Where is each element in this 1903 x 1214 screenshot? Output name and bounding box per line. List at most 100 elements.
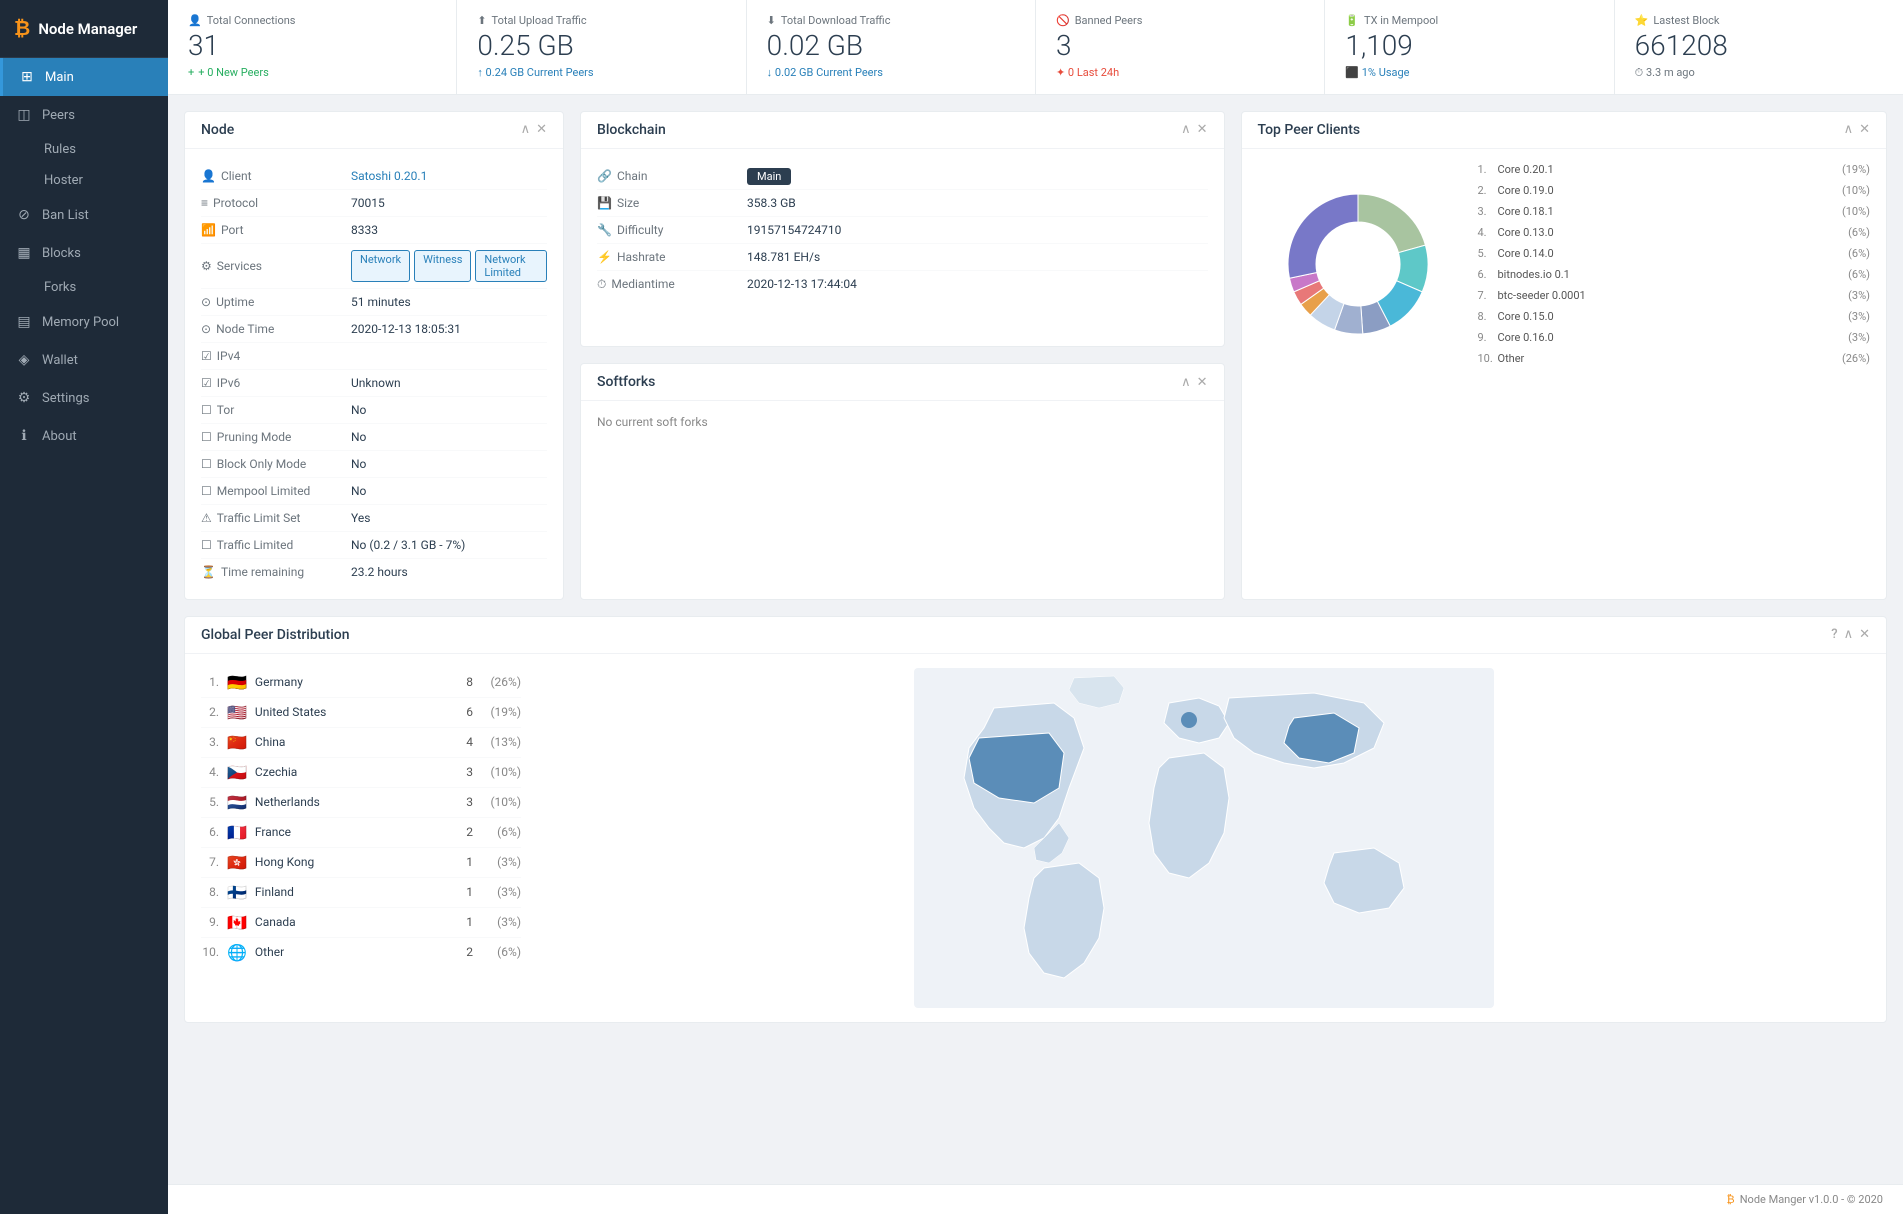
country-rank: 10. [201,945,219,959]
country-flag: 🇨🇿 [227,763,247,782]
peer-pct: (10%) [1842,205,1870,218]
peer-pct: (3%) [1848,289,1870,302]
close-icon[interactable]: ✕ [1859,627,1870,642]
node-info-row: ☐ Traffic Limited No (0.2 / 3.1 GB - 7%) [201,532,547,559]
global-body: 1. 🇩🇪 Germany 8 (26%) 2. 🇺🇸 United State… [185,654,1886,1022]
node-info-row: ☑ IPv4 [201,343,547,370]
sidebar-item-forks[interactable]: Forks [32,272,168,303]
sidebar-item-blocks[interactable]: ▦ Blocks [0,234,168,272]
country-name: China [255,735,445,749]
peer-name: btc-seeder 0.0001 [1498,289,1849,302]
node-info-row: ⊙ Node Time 2020-12-13 18:05:31 [201,316,547,343]
main-icon: ⊞ [19,69,35,85]
close-icon[interactable]: ✕ [1859,122,1870,137]
peer-rank: 7. [1478,289,1494,302]
sidebar-item-wallet[interactable]: ◈ Wallet [0,341,168,379]
info-value: Main [747,169,1208,183]
global-peers-controls: ? ∧ ✕ [1831,627,1870,642]
peers-list: 1. Core 0.20.1 (19%) 2. Core 0.19.0 (10%… [1478,159,1871,369]
collapse-icon[interactable]: ∧ [1844,122,1854,137]
collapse-icon[interactable]: ∧ [1844,627,1854,642]
peer-pct: (6%) [1848,226,1870,239]
info-value: Unknown [351,376,547,390]
country-count: 2 [453,825,473,839]
peer-name: Core 0.15.0 [1498,310,1849,323]
peer-pct: (6%) [1848,268,1870,281]
blockchain-title: Blockchain [597,122,666,138]
country-row: 5. 🇳🇱 Netherlands 3 (10%) [201,788,521,818]
peer-rank: 5. [1478,247,1494,260]
info-label: 📶 Port [201,223,351,237]
field-icon: ☐ [201,538,212,552]
country-row: 7. 🇭🇰 Hong Kong 1 (3%) [201,848,521,878]
country-name: France [255,825,445,839]
pie-svg [1258,164,1458,364]
sidebar-item-settings[interactable]: ⚙ Settings [0,379,168,417]
app-title: Node Manager [38,20,137,38]
download-icon: ⬇ [767,14,776,27]
peer-name: Core 0.20.1 [1498,163,1842,176]
sidebar-item-about[interactable]: ℹ About [0,417,168,455]
sidebar-item-label: About [42,429,77,444]
field-icon: ☑ [201,349,212,363]
info-value: No [351,403,547,417]
peer-pct: (10%) [1842,184,1870,197]
node-card-header: Node ∧ ✕ [185,112,563,149]
country-rank: 3. [201,735,219,749]
peer-pct: (26%) [1842,352,1870,365]
wallet-icon: ◈ [16,352,32,368]
collapse-icon[interactable]: ∧ [1181,375,1191,390]
country-row: 9. 🇨🇦 Canada 1 (3%) [201,908,521,938]
upload-icon: ⬆ [477,14,486,27]
connections-sub: + + 0 New Peers [188,66,436,79]
info-label: 🔗 Chain [597,169,747,183]
close-icon[interactable]: ✕ [536,122,547,137]
footer-version: Node Manger v1.0.0 - © 2020 [1740,1193,1883,1206]
collapse-icon[interactable]: ∧ [1181,122,1191,137]
info-value: 2020-12-13 18:05:31 [351,322,547,336]
stat-mempool: 🔋 TX in Mempool 1,109 ⬛ 1% Usage [1325,0,1614,94]
country-name: Czechia [255,765,445,779]
country-count: 1 [453,885,473,899]
node-info-row: 👤 Client Satoshi 0.20.1 [201,163,547,190]
info-value-badges: NetworkWitnessNetwork Limited [351,250,547,282]
sidebar-item-hoster[interactable]: Hoster [32,165,168,196]
country-pct: (10%) [481,765,521,779]
node-card-controls: ∧ ✕ [521,122,547,137]
sidebar-item-rules[interactable]: Rules [32,134,168,165]
upload-sub: ↑ 0.24 GB Current Peers [477,66,725,79]
info-label: ☐ Mempool Limited [201,484,351,498]
info-label: ☐ Tor [201,403,351,417]
sidebar-item-label: Rules [44,142,76,157]
peer-name: Other [1498,352,1842,365]
global-peers-header: Global Peer Distribution ? ∧ ✕ [185,617,1886,654]
softforks-body: No current soft forks [581,401,1224,444]
info-label: ⏱ Mediantime [597,277,747,292]
sidebar-sub-peers: Rules Hoster [0,134,168,196]
peers-icon: ◫ [16,107,32,123]
country-count: 6 [453,705,473,719]
help-icon[interactable]: ? [1831,627,1837,642]
sidebar-sub-blocks: Forks [0,272,168,303]
sidebar-item-memory-pool[interactable]: ▤ Memory Pool [0,303,168,341]
block-value: 661208 [1635,31,1883,62]
info-value: No (0.2 / 3.1 GB - 7%) [351,538,547,552]
country-pct: (3%) [481,915,521,929]
country-name: Hong Kong [255,855,445,869]
country-rank: 8. [201,885,219,899]
peers-list-item: 6. bitnodes.io 0.1 (6%) [1478,264,1871,285]
info-label: 🔧 Difficulty [597,223,747,237]
sidebar-item-peers[interactable]: ◫ Peers [0,96,168,134]
close-icon[interactable]: ✕ [1197,122,1208,137]
sidebar-item-main[interactable]: ⊞ Main [0,58,168,96]
collapse-icon[interactable]: ∧ [521,122,531,137]
info-value: Satoshi 0.20.1 [351,169,547,183]
country-count: 8 [453,675,473,689]
peer-rank: 1. [1478,163,1494,176]
node-info-row: 📶 Port 8333 [201,217,547,244]
close-icon[interactable]: ✕ [1197,375,1208,390]
info-label: ☐ Traffic Limited [201,538,351,552]
sidebar-item-ban-list[interactable]: ⊘ Ban List [0,196,168,234]
peer-name: Core 0.13.0 [1498,226,1849,239]
row-1: Node ∧ ✕ 👤 Client Satoshi 0.20.1≡ Protoc… [184,111,1887,600]
